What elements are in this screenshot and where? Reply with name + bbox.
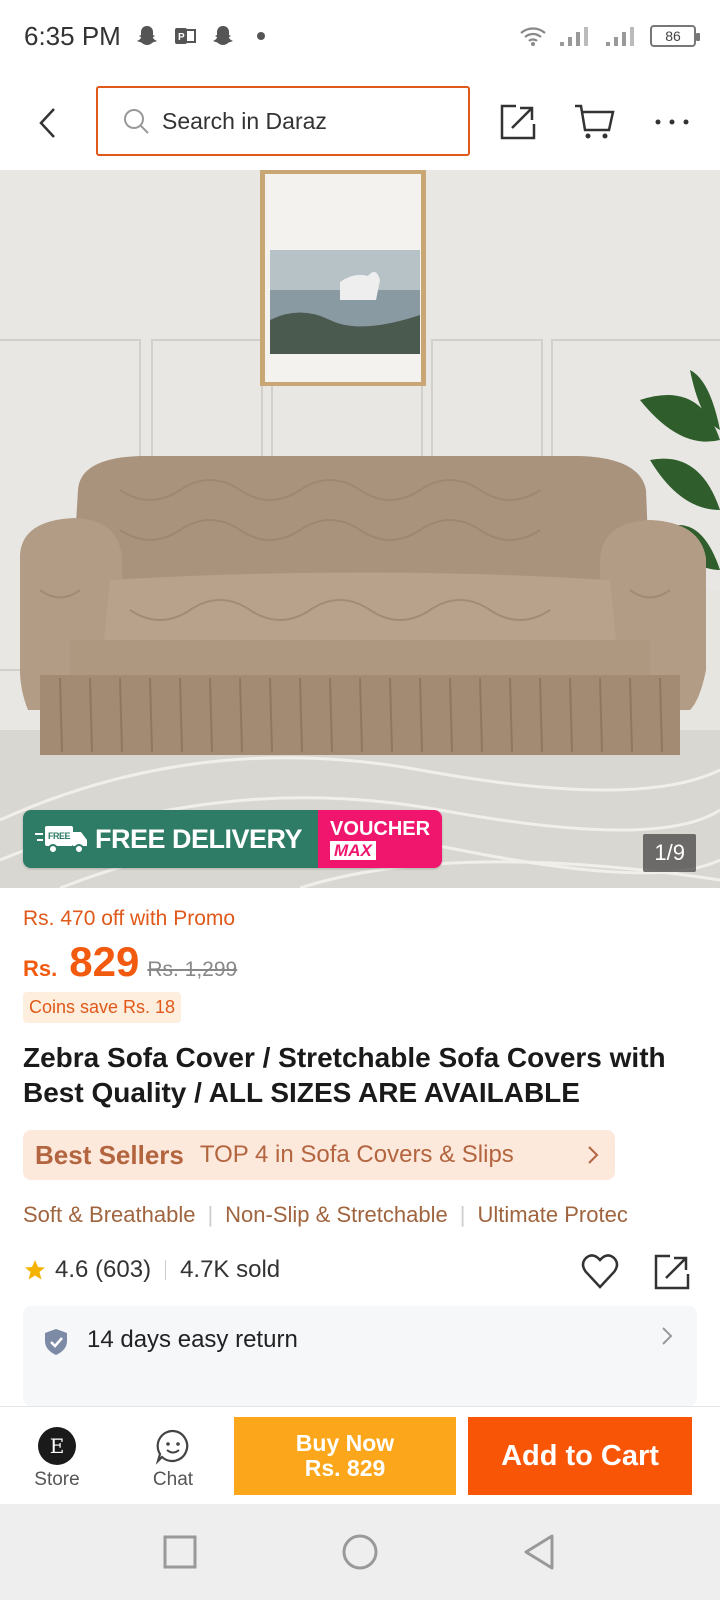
share-icon — [654, 1254, 690, 1290]
more-button[interactable] — [650, 100, 694, 144]
search-placeholder: Search in Daraz — [162, 107, 327, 134]
rating-value: 4.6 (603) — [55, 1256, 152, 1283]
store-logo-icon: E — [38, 1427, 76, 1465]
product-title: Zebra Sofa Cover / Stretchable Sofa Cove… — [23, 1042, 666, 1108]
snapchat-icon — [136, 26, 157, 45]
price-row: Rs. 829 Rs. 1,299 — [23, 938, 237, 986]
feature-tag: Non-Slip & Stretchable — [225, 1202, 448, 1227]
cart-icon — [575, 104, 615, 139]
search-icon — [124, 109, 149, 134]
wishlist-button[interactable] — [580, 1252, 620, 1292]
status-icons-right: 86 — [518, 24, 700, 48]
product-image-gallery[interactable]: FREE FREE DELIVERY VOUCHER MAX 1/9 — [0, 170, 720, 888]
buy-now-label: Buy Now — [295, 1430, 395, 1456]
status-time: 6:35 PM — [24, 20, 121, 51]
star-icon — [25, 1260, 45, 1280]
image-counter: 1/9 — [643, 834, 696, 872]
original-price: Rs. 1,299 — [147, 958, 238, 981]
recent-apps-icon[interactable] — [160, 1532, 200, 1572]
promo-discount-text: Rs. 470 off with Promo — [23, 907, 236, 930]
free-badge-text: FREE — [48, 831, 71, 841]
share-icon — [500, 104, 536, 140]
svg-text:P: P — [178, 32, 185, 43]
chat-icon — [155, 1429, 189, 1465]
product-image — [0, 170, 720, 888]
chat-button[interactable]: Chat — [138, 1427, 208, 1491]
promo-banner: FREE FREE DELIVERY VOUCHER MAX — [23, 810, 443, 868]
header-bar: Search in Daraz — [0, 80, 720, 166]
voucher-text: VOUCHER — [330, 817, 431, 840]
back-nav-icon[interactable] — [520, 1532, 560, 1572]
status-icons-left: P — [135, 24, 273, 48]
battery-level: 86 — [665, 28, 681, 44]
return-policy-card[interactable]: 14 days easy return — [23, 1306, 697, 1406]
best-sellers-label: Best Sellers — [35, 1139, 184, 1170]
return-policy-text: 14 days easy return — [87, 1326, 298, 1353]
bottom-action-bar: E Store Chat Buy Now Rs. 829 Add to Cart — [0, 1406, 720, 1504]
home-icon[interactable] — [340, 1532, 380, 1572]
share-button[interactable] — [496, 100, 540, 144]
free-delivery-text: FREE DELIVERY — [95, 823, 303, 854]
best-sellers-rank: TOP 4 in Sofa Covers & Slips — [199, 1141, 514, 1168]
separator: | — [207, 1202, 214, 1227]
current-price: 829 — [69, 938, 140, 985]
search-input[interactable]: Search in Daraz — [96, 86, 470, 156]
free-delivery-badge: FREE FREE DELIVERY — [23, 810, 319, 868]
powerpoint-icon: P — [174, 28, 196, 44]
separator — [165, 1260, 167, 1280]
separator: | — [459, 1202, 466, 1227]
coins-badge: Coins save Rs. 18 — [23, 992, 182, 1023]
price-currency: Rs. — [23, 956, 58, 981]
max-text: MAX — [330, 840, 376, 860]
add-to-cart-button[interactable]: Add to Cart — [468, 1417, 692, 1495]
wifi-icon — [520, 27, 546, 46]
signal-icon — [606, 27, 634, 46]
feature-tag: Soft & Breathable — [23, 1202, 196, 1227]
feature-tag: Ultimate Protec — [477, 1202, 628, 1227]
shield-check-icon — [45, 1329, 67, 1355]
status-bar: 6:35 PM P 86 — [0, 0, 720, 72]
share-product-button[interactable] — [652, 1252, 692, 1292]
buy-now-button[interactable]: Buy Now Rs. 829 — [234, 1417, 456, 1495]
back-button[interactable] — [28, 103, 68, 143]
best-sellers-banner[interactable]: Best Sellers TOP 4 in Sofa Covers & Slip… — [23, 1130, 615, 1180]
buy-now-price: Rs. 829 — [304, 1455, 386, 1481]
store-label: Store — [34, 1469, 80, 1490]
rating-row[interactable]: 4.6 (603) 4.7K sold — [23, 1256, 280, 1284]
system-nav-bar — [0, 1504, 720, 1600]
snapchat-icon — [212, 26, 233, 45]
store-button[interactable]: E Store — [22, 1427, 92, 1491]
more-icon — [655, 119, 689, 125]
battery-icon: 86 — [650, 25, 700, 47]
sold-count: 4.7K sold — [180, 1256, 281, 1283]
delivery-truck-icon: FREE — [35, 826, 87, 854]
dot-icon — [256, 32, 265, 40]
heart-icon — [581, 1254, 619, 1289]
chevron-right-icon — [662, 1327, 673, 1345]
feature-tags: Soft & Breathable | Non-Slip & Stretchable… — [23, 1202, 720, 1234]
voucher-max-badge: VOUCHER MAX — [318, 810, 443, 868]
signal-icon — [560, 27, 588, 46]
cart-button[interactable] — [572, 100, 616, 144]
chat-label: Chat — [152, 1469, 194, 1490]
back-arrow-icon — [39, 108, 55, 138]
chevron-right-icon — [588, 1146, 599, 1164]
